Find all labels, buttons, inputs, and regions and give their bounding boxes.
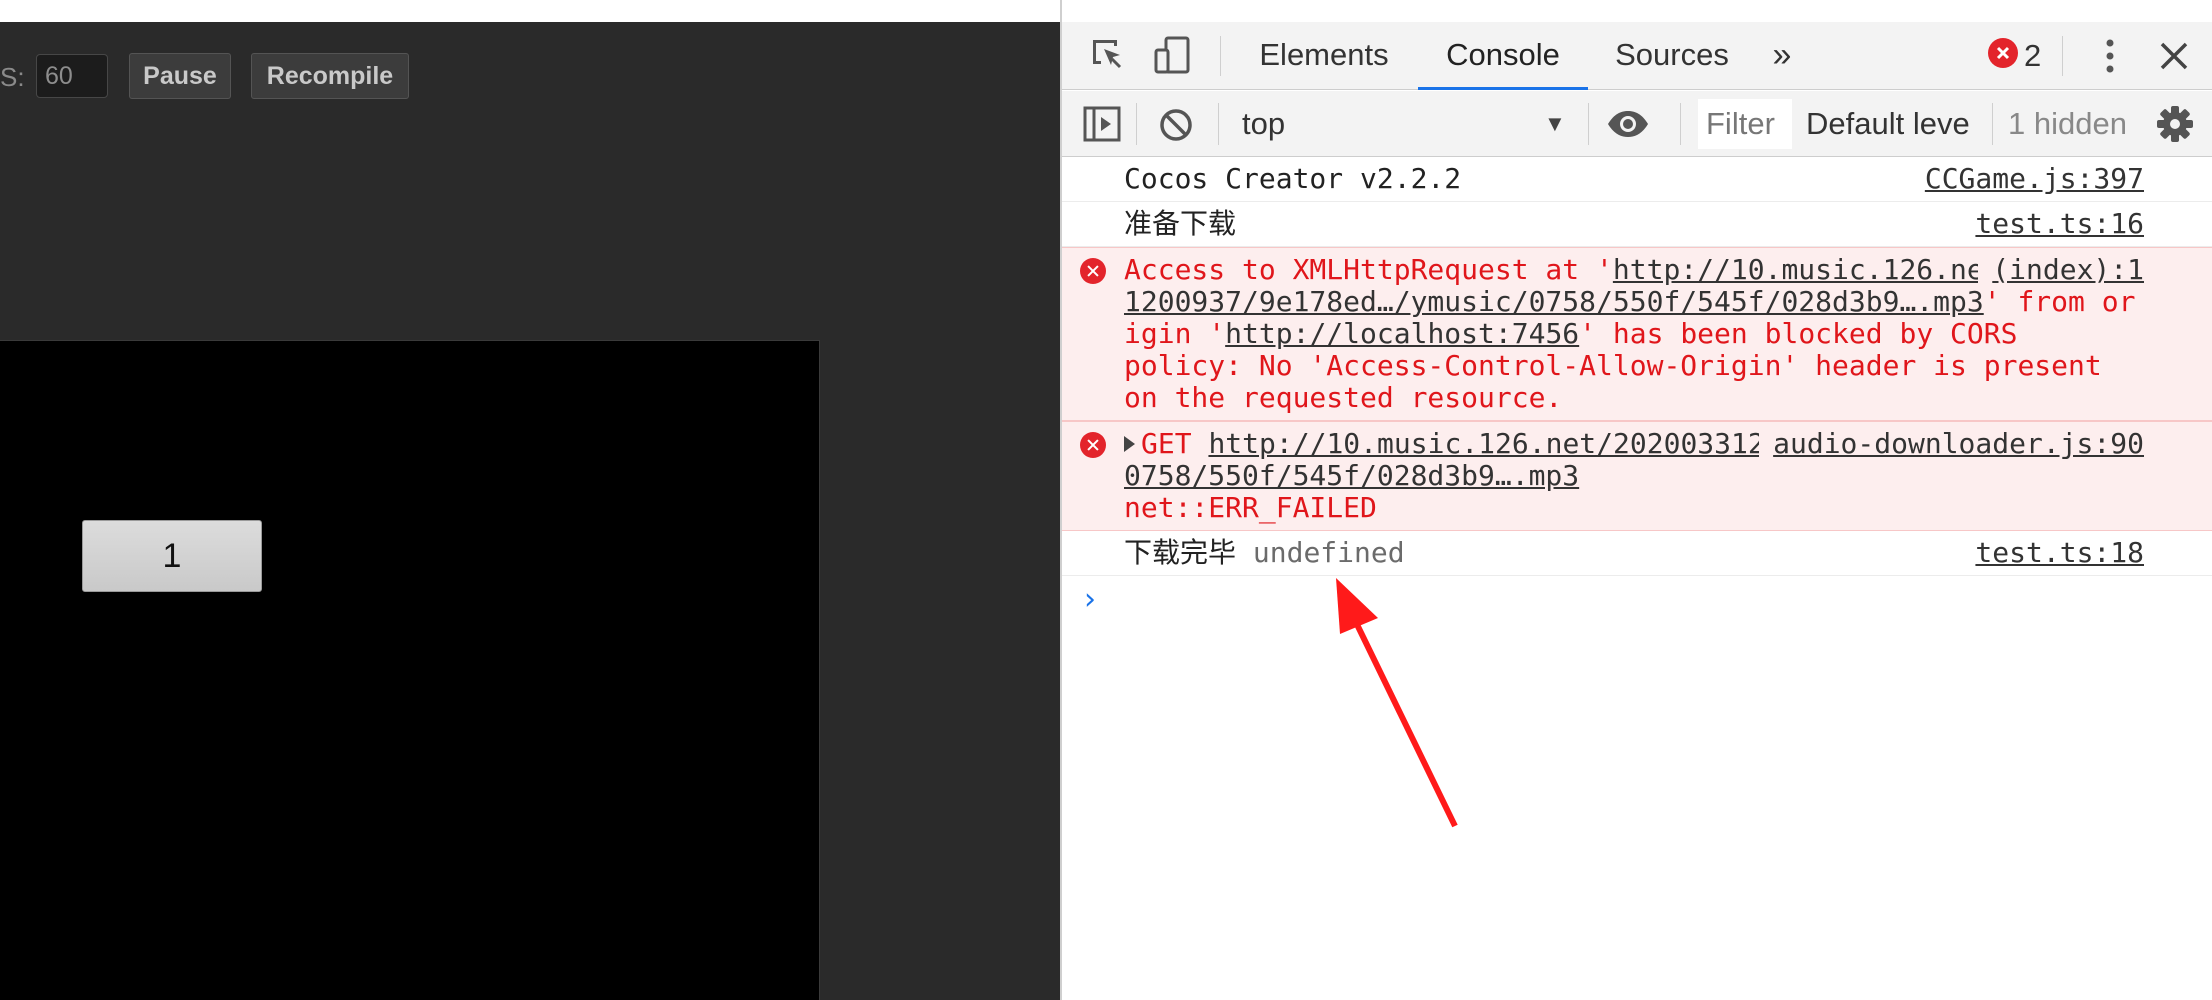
origin-url-link[interactable]: http://localhost:7456	[1225, 317, 1579, 350]
tab-console[interactable]: Console	[1418, 22, 1588, 90]
message-value: undefined	[1252, 536, 1405, 569]
error-text-prefix: Access to XMLHttpRequest at '	[1124, 253, 1613, 286]
sidebar-toggle-icon[interactable]	[1082, 105, 1122, 143]
fps-input[interactable]: 60	[36, 54, 108, 98]
hidden-count: 1 hidden	[2008, 106, 2127, 141]
devtools-tab-bar: Elements Console Sources » 2	[1062, 22, 2212, 90]
eye-icon[interactable]	[1606, 109, 1650, 139]
preview-toolbar: S: 60 Pause Recompile	[0, 22, 1060, 99]
recompile-button[interactable]: Recompile	[251, 53, 409, 99]
error-count[interactable]: 2	[2024, 22, 2041, 90]
console-error-message[interactable]: GET http://10.music.126.net/202003312009…	[1062, 421, 2212, 531]
message-source-link[interactable]: audio-downloader.js:90	[1759, 428, 2144, 460]
message-source-link[interactable]: test.ts:18	[1961, 537, 2144, 569]
console-prompt[interactable]: ›	[1062, 576, 2212, 626]
device-toolbar-icon[interactable]	[1152, 34, 1196, 78]
message-label: 下载完毕	[1124, 536, 1237, 569]
log-levels-select[interactable]: Default leve	[1806, 91, 1970, 157]
error-icon	[1080, 258, 1106, 284]
request-status: net::ERR_FAILED	[1124, 491, 1377, 524]
dropdown-arrow-icon: ▼	[1544, 111, 1566, 136]
tab-sources[interactable]: Sources	[1602, 22, 1742, 90]
message-source-link[interactable]: (index):1	[1978, 254, 2144, 286]
more-tabs-chevron-icon[interactable]: »	[1762, 22, 1802, 90]
message-source-link[interactable]: test.ts:16	[1961, 208, 2144, 240]
inspect-element-icon[interactable]	[1088, 36, 1128, 76]
console-filter-bar: top ▼ Filter Default leve 1 hidden	[1062, 91, 2212, 157]
filter-bar-divider-3	[1588, 103, 1589, 145]
context-select[interactable]: top	[1242, 91, 1646, 157]
kebab-menu-icon[interactable]	[2100, 36, 2120, 76]
devtools-panel: Elements Console Sources » 2 top ▼ Filte…	[1060, 0, 2212, 1000]
error-badge-icon[interactable]	[1988, 38, 2018, 68]
console-log-message: 下载完毕 undefined test.ts:18	[1062, 531, 2212, 576]
fps-label: S:	[0, 62, 25, 92]
window-top-strip	[0, 0, 1060, 22]
game-preview-panel: S: 60 Pause Recompile 1	[0, 0, 1060, 1000]
filter-bar-divider-2	[1218, 103, 1219, 145]
filter-bar-divider-1	[1136, 103, 1137, 145]
expand-triangle-icon[interactable]	[1124, 436, 1135, 452]
filter-bar-divider-4	[1680, 103, 1681, 145]
request-method: GET	[1141, 427, 1192, 460]
filter-input[interactable]: Filter	[1698, 99, 1792, 149]
game-button[interactable]: 1	[82, 520, 262, 592]
close-icon[interactable]	[2156, 38, 2192, 74]
tab-elements[interactable]: Elements	[1254, 22, 1394, 90]
console-log-message: Cocos Creator v2.2.2 CCGame.js:397	[1062, 157, 2212, 202]
context-value: top	[1242, 106, 1286, 141]
console-error-message: Access to XMLHttpRequest at 'http://10.m…	[1062, 247, 2212, 421]
game-canvas[interactable]	[0, 340, 820, 1000]
tab-bar-divider	[1220, 36, 1221, 76]
clear-console-icon[interactable]	[1158, 107, 1194, 143]
prompt-caret-icon: ›	[1084, 582, 1096, 617]
tab-bar-divider-right	[2062, 36, 2063, 76]
devtools-top-strip	[1062, 0, 2212, 22]
message-source-link[interactable]: CCGame.js:397	[1911, 163, 2144, 195]
filter-bar-divider-5	[1992, 103, 1993, 145]
pause-button[interactable]: Pause	[129, 53, 231, 99]
console-log-message: 准备下载 test.ts:16	[1062, 202, 2212, 247]
gear-icon[interactable]	[2156, 105, 2194, 143]
error-icon	[1080, 432, 1106, 458]
console-messages: Cocos Creator v2.2.2 CCGame.js:397 准备下载 …	[1062, 157, 2212, 626]
